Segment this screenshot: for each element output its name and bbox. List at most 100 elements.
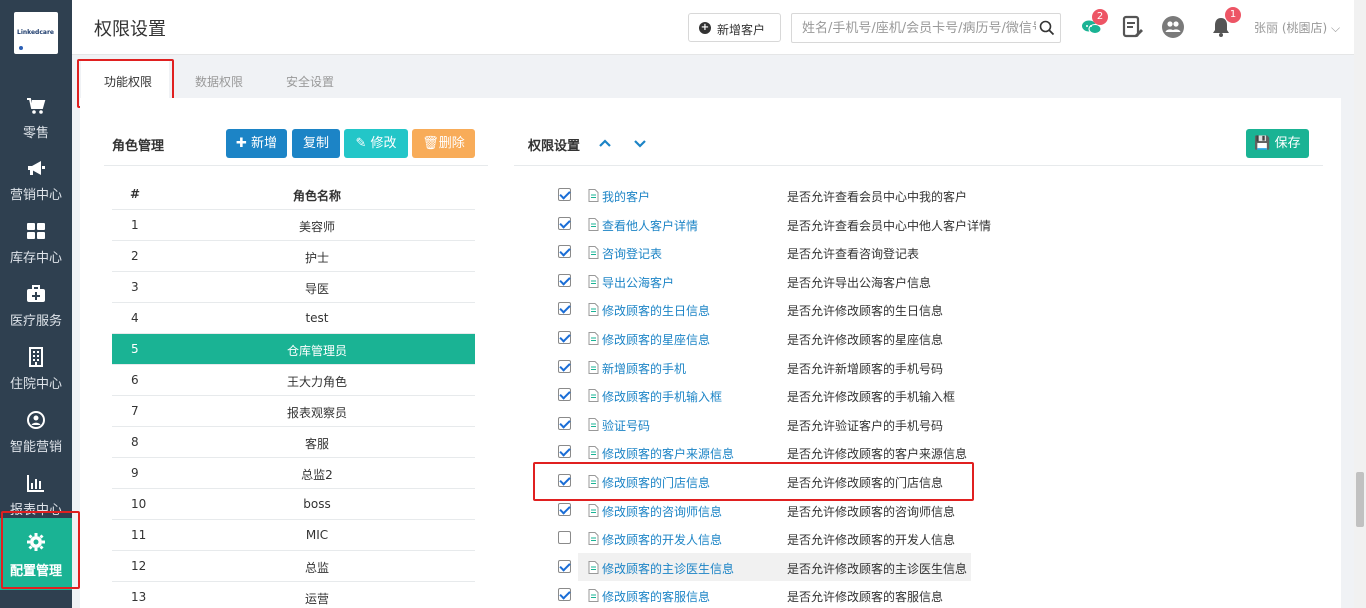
permission-name[interactable]: 修改顾客的手机输入框 <box>602 388 722 405</box>
permission-name[interactable]: 修改顾客的生日信息 <box>602 302 710 319</box>
role-name: 运营 <box>304 592 329 606</box>
new-customer-button[interactable]: + 新增客户 <box>688 13 781 42</box>
document-icon <box>588 274 599 288</box>
permission-name[interactable]: 我的客户 <box>602 188 650 205</box>
role-table-row[interactable]: 4 test <box>112 303 475 334</box>
sidebar-item-label: 医疗服务 <box>9 314 62 329</box>
role-number: 9 <box>131 466 139 480</box>
document-icon <box>588 560 599 574</box>
role-table-row[interactable]: 7 报表观察员 <box>112 396 475 427</box>
permission-name[interactable]: 修改顾客的客户来源信息 <box>602 445 734 462</box>
permission-name[interactable]: 查看他人客户详情 <box>602 217 698 234</box>
role-table-row[interactable]: 9 总监2 <box>112 458 475 489</box>
permission-description: 是否允许查看会员中心中他人客户详情 <box>787 218 992 233</box>
user-group-icon[interactable] <box>1161 15 1185 39</box>
permission-checkbox[interactable] <box>558 445 571 459</box>
permission-checkbox[interactable] <box>558 531 571 545</box>
page-title: 权限设置 <box>94 19 166 40</box>
document-icon <box>588 389 599 403</box>
divider <box>104 165 488 166</box>
tab-data-permissions[interactable]: 数据权限 <box>195 73 243 90</box>
role-table-row[interactable]: 8 客服 <box>112 427 475 458</box>
sidebar-item-inventory[interactable]: 库存中心 <box>0 213 72 273</box>
tab-security-settings[interactable]: 安全设置 <box>286 73 334 90</box>
chevron-up-icon[interactable] <box>598 137 612 149</box>
role-table-row[interactable]: 5 仓库管理员 <box>112 334 475 365</box>
role-name: 报表观察员 <box>286 406 347 420</box>
permission-name[interactable]: 咨询登记表 <box>602 245 662 262</box>
permission-row: 导出公海客户 是否允许导出公海客户信息 <box>553 268 973 296</box>
permission-checkbox[interactable] <box>558 331 571 344</box>
sidebar-item-inpatient[interactable]: 住院中心 <box>0 339 72 399</box>
copy-role-button[interactable]: 复制 <box>292 129 340 158</box>
role-table-row[interactable]: 11 MIC <box>112 520 475 551</box>
document-icon <box>588 360 599 374</box>
logo-text: Linkedcare <box>17 29 54 36</box>
permission-row: 我的客户 是否允许查看会员中心中我的客户 <box>553 182 973 210</box>
permission-row: 修改顾客的手机输入框 是否允许修改顾客的手机输入框 <box>553 382 973 410</box>
permission-description: 是否允许修改顾客的客户来源信息 <box>787 447 968 462</box>
permission-checkbox[interactable] <box>558 188 571 201</box>
sidebar-item-marketing[interactable]: 营销中心 <box>0 150 72 210</box>
role-number: 5 <box>131 342 139 356</box>
permission-description: 是否允许修改顾客的主诊医生信息 <box>787 561 968 576</box>
role-table-row[interactable]: 13 运营 <box>112 582 475 608</box>
permission-name[interactable]: 修改顾客的开发人信息 <box>602 531 722 548</box>
role-table-row[interactable]: 1 美容师 <box>112 210 475 241</box>
permission-checkbox[interactable] <box>558 359 571 373</box>
document-icon <box>588 417 599 431</box>
permission-settings-title: 权限设置 <box>528 139 581 154</box>
permission-description: 是否允许查看咨询登记表 <box>787 247 920 262</box>
permission-checkbox[interactable] <box>558 273 571 287</box>
user-menu[interactable]: 张丽 (桃園店) ⌵ <box>1254 19 1340 36</box>
sidebar-item-retail[interactable]: 零售 <box>0 88 72 148</box>
role-table-row[interactable]: 3 导医 <box>112 272 475 303</box>
edit-icon: ✎ <box>355 136 367 151</box>
role-name: test <box>305 311 329 325</box>
plus-circle-icon: + <box>699 22 711 34</box>
divider <box>514 165 1323 166</box>
permission-checkbox[interactable] <box>558 388 571 402</box>
role-table-row[interactable]: 2 护士 <box>112 241 475 272</box>
delete-role-button[interactable]: 🗑删除 <box>412 129 475 158</box>
permission-row: 新增顾客的手机 是否允许新增顾客的手机号码 <box>553 354 973 382</box>
document-edit-icon[interactable] <box>1121 15 1145 39</box>
bar-chart-icon <box>27 475 44 492</box>
save-button[interactable]: 💾 保存 <box>1246 129 1309 158</box>
permission-row: 咨询登记表 是否允许查看咨询登记表 <box>553 239 973 267</box>
permission-name[interactable]: 验证号码 <box>602 417 650 434</box>
search-icon[interactable] <box>1039 20 1055 36</box>
scrollbar-thumb[interactable] <box>1356 472 1364 527</box>
permission-checkbox[interactable] <box>558 559 571 573</box>
permission-checkbox[interactable] <box>558 216 571 230</box>
role-table-row[interactable]: 6 王大力角色 <box>112 365 475 396</box>
chevron-down-icon[interactable] <box>633 137 647 149</box>
role-number: 2 <box>131 249 139 263</box>
search-input[interactable] <box>791 13 1061 43</box>
chevron-down-icon: ⌵ <box>1331 21 1341 35</box>
app-logo[interactable]: Linkedcare <box>14 12 58 54</box>
permission-name[interactable]: 修改顾客的主诊医生信息 <box>602 560 734 577</box>
sidebar-item-medical[interactable]: 医疗服务 <box>0 276 72 336</box>
role-number: 8 <box>131 435 139 449</box>
role-table-row[interactable]: 10 boss <box>112 489 475 520</box>
permission-name[interactable]: 修改顾客的星座信息 <box>602 331 710 348</box>
permission-checkbox[interactable] <box>558 245 571 259</box>
edit-role-button[interactable]: ✎ 修改 <box>344 129 408 158</box>
permission-name[interactable]: 修改顾客的咨询师信息 <box>602 503 722 520</box>
role-table-row[interactable]: 12 总监 <box>112 551 475 582</box>
permission-name[interactable]: 导出公海客户 <box>602 274 674 291</box>
permission-checkbox[interactable] <box>558 588 571 602</box>
permission-checkbox[interactable] <box>558 416 571 430</box>
permission-checkbox[interactable] <box>558 302 571 316</box>
permission-row: 修改顾客的客服信息 是否允许修改顾客的客服信息 <box>553 582 973 608</box>
save-label: 保存 <box>1274 136 1301 151</box>
role-name: 美容师 <box>298 220 335 234</box>
permission-checkbox[interactable] <box>558 502 571 516</box>
add-role-button[interactable]: ✚ 新增 <box>226 129 287 158</box>
role-name: 护士 <box>304 251 329 265</box>
permission-name[interactable]: 修改顾客的客服信息 <box>602 588 710 605</box>
permission-name[interactable]: 新增顾客的手机 <box>602 360 686 377</box>
sidebar-item-smart-marketing[interactable]: 智能营销 <box>0 402 72 462</box>
role-number: 12 <box>131 559 147 573</box>
